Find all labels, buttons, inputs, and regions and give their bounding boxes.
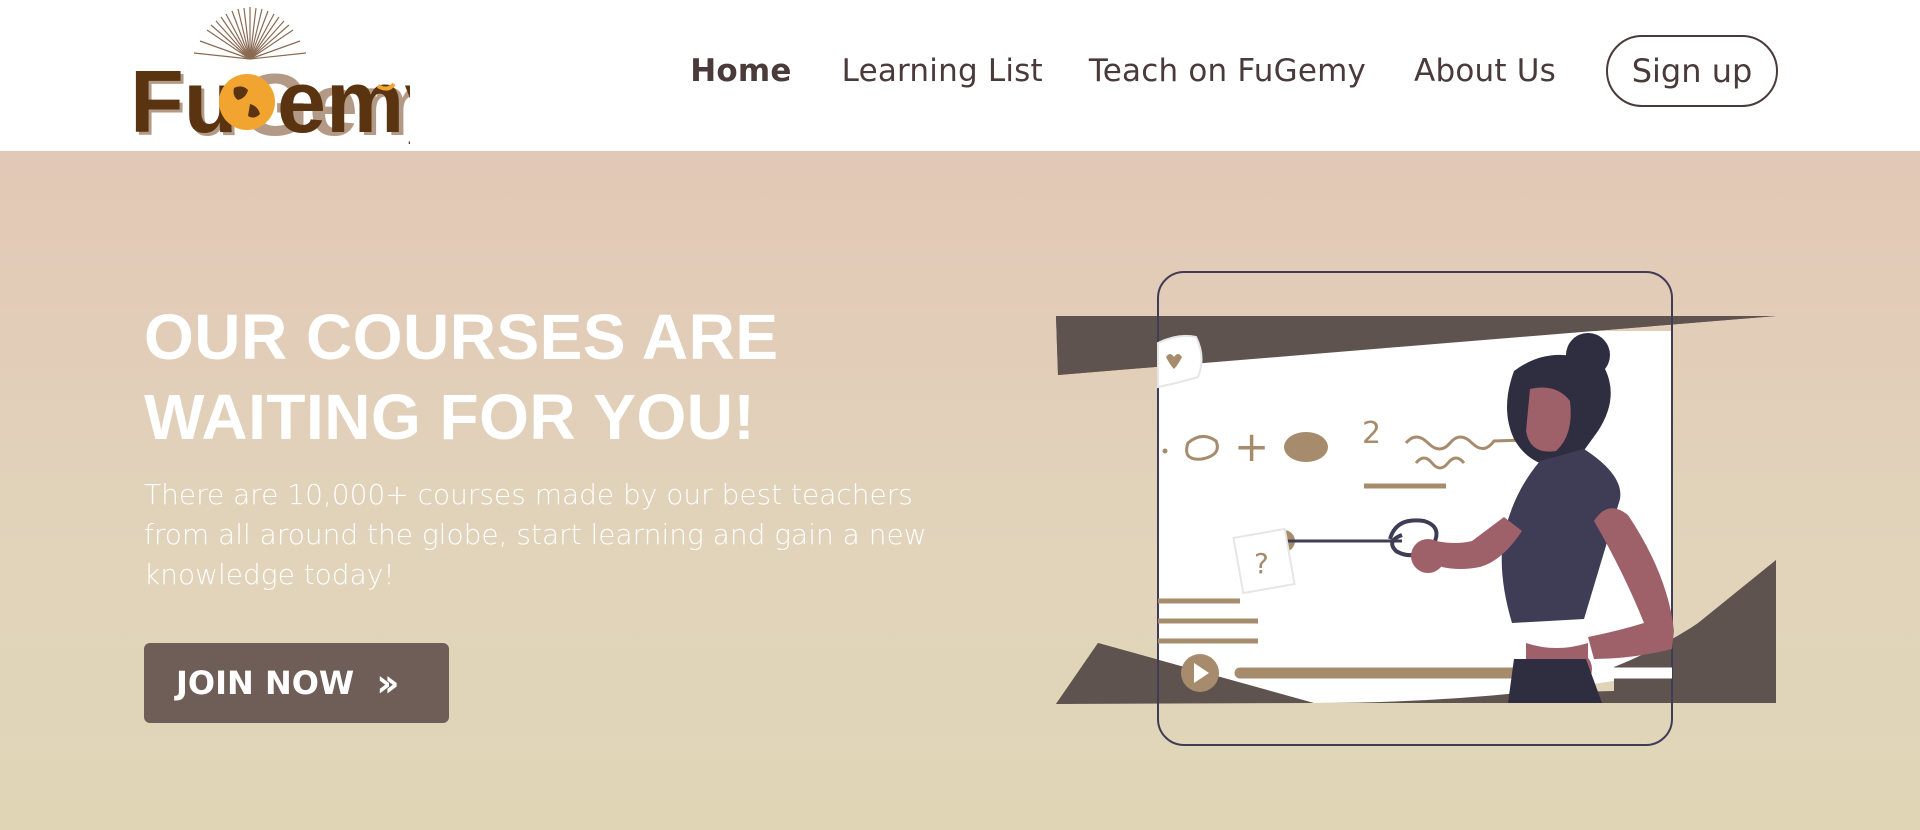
- hero-subtitle: There are 10,000+ courses made by our be…: [144, 478, 927, 591]
- globe-icon: [219, 74, 275, 130]
- svg-text:emy: emy: [277, 52, 410, 144]
- hero-section: OUR COURSES ARE WAITING FOR YOU! There a…: [0, 151, 1920, 830]
- join-now-label: JOIN NOW: [176, 664, 355, 702]
- board-number: 2: [1362, 416, 1381, 451]
- hero-title-line1: OUR COURSES ARE: [144, 301, 779, 373]
- hero-title: OUR COURSES ARE WAITING FOR YOU!: [144, 297, 864, 457]
- hero-title-line2: WAITING FOR YOU!: [144, 381, 756, 453]
- join-now-button[interactable]: JOIN NOW ››: [144, 643, 449, 723]
- nav-learning-list[interactable]: Learning List: [842, 53, 1043, 89]
- double-chevron-right-icon: ››: [376, 661, 400, 705]
- site-header: FuGemy Fu emy Home Learning List Teach o…: [0, 0, 1920, 151]
- teacher-illustration: + 2 ?: [1056, 271, 1776, 746]
- question-note: ?: [1254, 547, 1269, 580]
- nav-home[interactable]: Home: [690, 53, 791, 89]
- fugemy-logo[interactable]: FuGemy Fu emy: [130, 4, 410, 144]
- nav-about-us[interactable]: About Us: [1414, 53, 1556, 89]
- plus-sign: +: [1234, 422, 1269, 471]
- signup-button[interactable]: Sign up: [1606, 35, 1778, 107]
- nav-teach[interactable]: Teach on FuGemy: [1089, 53, 1366, 89]
- main-nav: Home Learning List Teach on FuGemy About…: [690, 34, 1778, 108]
